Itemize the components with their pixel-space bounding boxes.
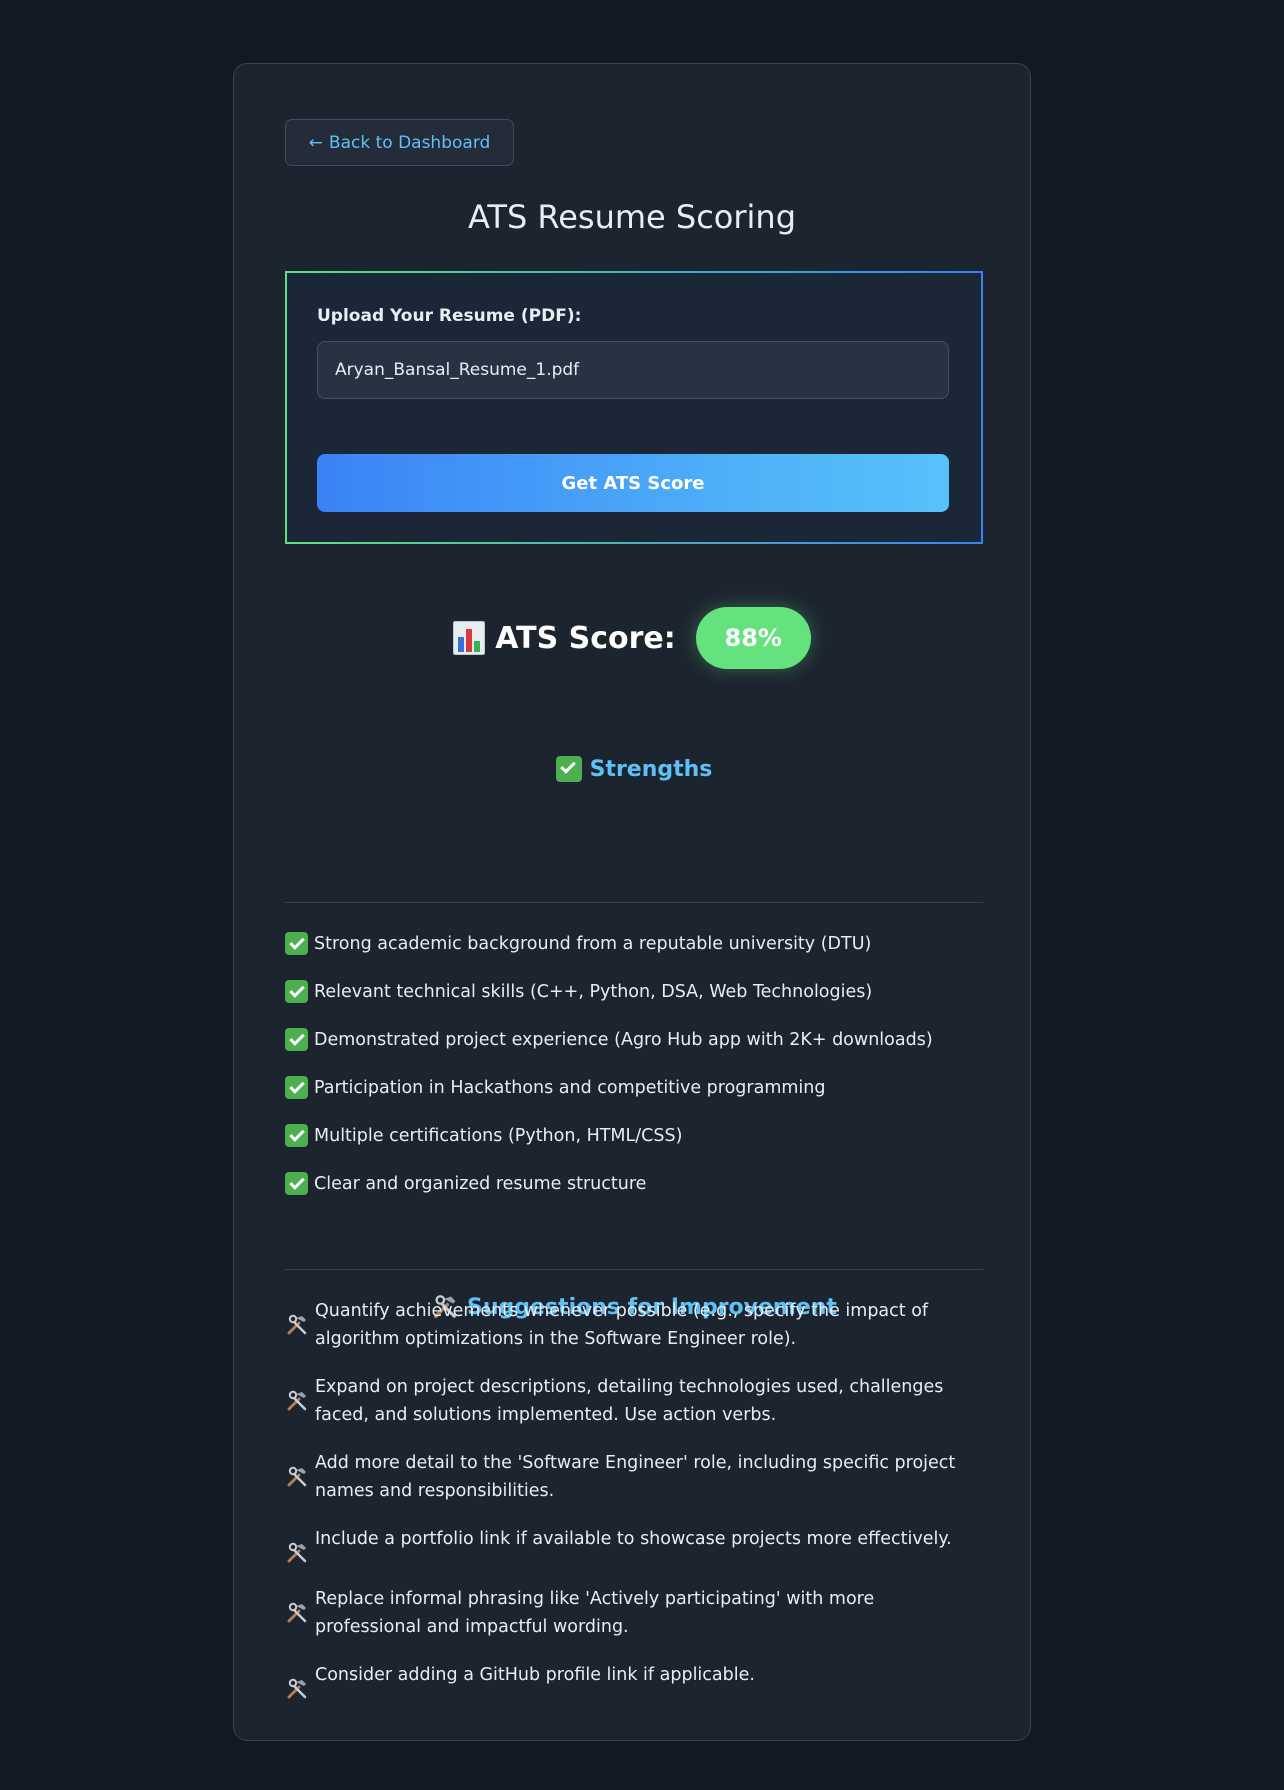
strength-text: Strong academic background from a reputa… xyxy=(314,934,872,954)
strength-text: Demonstrated project experience (Agro Hu… xyxy=(314,1030,933,1050)
hammer-wrench-icon xyxy=(287,1390,307,1411)
bar-chart-icon xyxy=(453,621,486,655)
strength-text: Clear and organized resume structure xyxy=(314,1174,647,1194)
suggestion-text: Replace informal phrasing like 'Actively… xyxy=(315,1589,875,1637)
suggestion-text: Quantify achievements whenever possible … xyxy=(315,1301,929,1349)
strength-item: Participation in Hackathons and competit… xyxy=(285,1074,983,1102)
ats-score-row: ATS Score: 88% xyxy=(234,606,1030,670)
hammer-wrench-icon xyxy=(287,1602,307,1623)
suggestion-item: Replace informal phrasing like 'Actively… xyxy=(285,1585,983,1641)
suggestion-item: Quantify achievements whenever possible … xyxy=(285,1297,983,1353)
strength-text: Participation in Hackathons and competit… xyxy=(314,1078,826,1098)
strength-item: Multiple certifications (Python, HTML/CS… xyxy=(285,1122,983,1150)
strengths-divider xyxy=(285,902,983,903)
strengths-heading: Strengths xyxy=(285,756,983,782)
upload-form: Upload Your Resume (PDF): Aryan_Bansal_R… xyxy=(285,271,983,544)
hammer-wrench-icon xyxy=(287,1466,307,1487)
submit-button-label: Get ATS Score xyxy=(561,472,705,494)
strengths-title: Strengths xyxy=(589,756,713,782)
strength-item: Relevant technical skills (C++, Python, … xyxy=(285,978,983,1006)
check-mark-icon xyxy=(285,1076,308,1099)
check-mark-icon xyxy=(285,980,308,1003)
score-badge: 88% xyxy=(695,607,811,669)
file-name: Aryan_Bansal_Resume_1.pdf xyxy=(335,360,580,380)
score-label: ATS Score: xyxy=(495,620,676,656)
suggestion-item: Consider adding a GitHub profile link if… xyxy=(285,1661,983,1701)
check-mark-icon xyxy=(285,1172,308,1195)
check-mark-icon xyxy=(285,932,308,955)
check-mark-icon xyxy=(285,1124,308,1147)
suggestion-item: Include a portfolio link if available to… xyxy=(285,1525,983,1565)
check-mark-icon xyxy=(285,1028,308,1051)
suggestion-text: Expand on project descriptions, detailin… xyxy=(315,1377,944,1425)
hammer-wrench-icon xyxy=(287,1542,307,1563)
hammer-wrench-icon xyxy=(287,1314,307,1335)
strengths-list: Strong academic background from a reputa… xyxy=(285,930,983,1218)
suggestions-list: Quantify achievements whenever possible … xyxy=(285,1297,983,1721)
resume-file-input[interactable]: Aryan_Bansal_Resume_1.pdf xyxy=(317,341,949,399)
strength-text: Relevant technical skills (C++, Python, … xyxy=(314,982,873,1002)
suggestion-text: Include a portfolio link if available to… xyxy=(315,1529,952,1549)
page-title: ATS Resume Scoring xyxy=(467,198,797,236)
back-to-dashboard-button[interactable]: ← Back to Dashboard xyxy=(285,119,514,166)
score-label-group: ATS Score: xyxy=(453,621,676,656)
suggestion-item: Add more detail to the 'Software Enginee… xyxy=(285,1449,983,1505)
suggestion-text: Add more detail to the 'Software Enginee… xyxy=(315,1453,956,1501)
back-button-label: Back to Dashboard xyxy=(328,132,491,153)
ats-card: ← Back to Dashboard ATS Resume Scoring U… xyxy=(233,63,1031,1741)
strength-item: Strong academic background from a reputa… xyxy=(285,930,983,958)
suggestion-item: Expand on project descriptions, detailin… xyxy=(285,1373,983,1429)
hammer-wrench-icon xyxy=(287,1678,307,1699)
check-mark-icon xyxy=(555,756,582,782)
suggestions-divider xyxy=(285,1269,983,1270)
strength-text: Multiple certifications (Python, HTML/CS… xyxy=(314,1126,683,1146)
suggestion-text: Consider adding a GitHub profile link if… xyxy=(315,1665,755,1685)
strength-item: Clear and organized resume structure xyxy=(285,1170,983,1198)
upload-label: Upload Your Resume (PDF): xyxy=(317,306,582,326)
strength-item: Demonstrated project experience (Agro Hu… xyxy=(285,1026,983,1054)
arrow-left-icon: ← xyxy=(308,132,323,153)
get-ats-score-button[interactable]: Get ATS Score xyxy=(317,454,949,512)
